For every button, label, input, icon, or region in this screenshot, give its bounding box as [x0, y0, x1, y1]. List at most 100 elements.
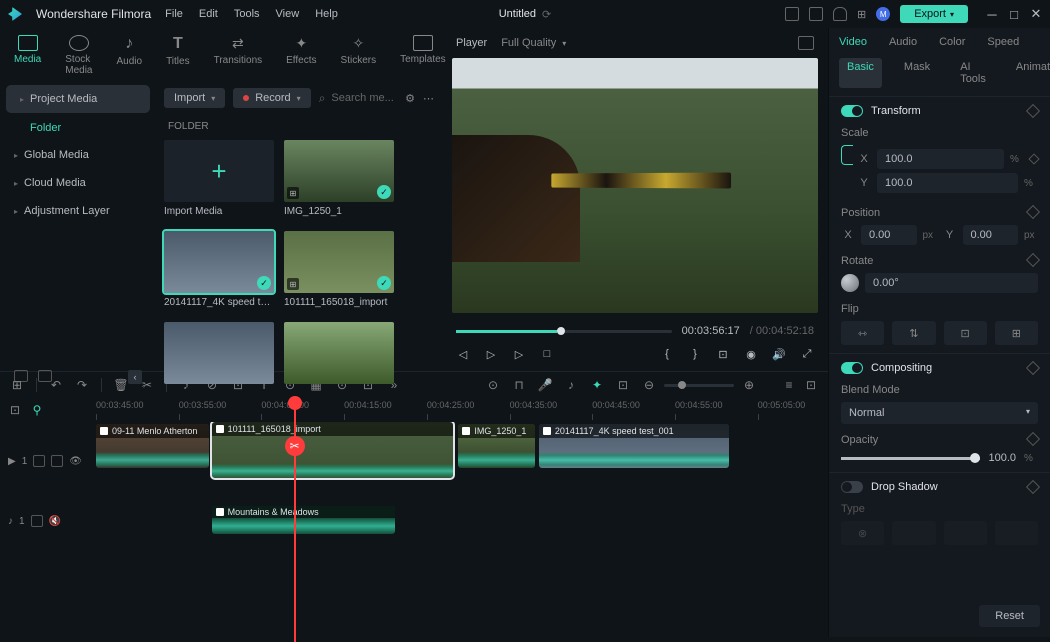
- track-link-icon[interactable]: ⊡: [8, 403, 22, 417]
- scrub-bar[interactable]: [456, 330, 672, 333]
- tab-stock-media[interactable]: Stock Media: [65, 35, 92, 76]
- record-dropdown[interactable]: Record▾: [233, 88, 310, 108]
- video-clip-1[interactable]: 101111_165018_import: [212, 422, 454, 478]
- insp-tab-color[interactable]: Color: [939, 36, 965, 48]
- layout-icon[interactable]: [785, 7, 799, 21]
- tab-templates[interactable]: Templates: [400, 35, 446, 76]
- copy-button[interactable]: ⊡: [944, 321, 987, 345]
- minimize-button[interactable]: ─: [986, 8, 998, 20]
- video-clip-0[interactable]: 09-11 Menlo Atherton: [96, 424, 209, 468]
- shield-icon[interactable]: ⊓: [512, 378, 526, 392]
- maximize-button[interactable]: □: [1008, 8, 1020, 20]
- media-thumb-3[interactable]: ⊞✓: [284, 231, 394, 293]
- flip-v-button[interactable]: ⇅: [892, 321, 935, 345]
- tab-transitions[interactable]: ⇄Transitions: [214, 35, 263, 76]
- zoom-slider[interactable]: [664, 384, 734, 387]
- scale-y-input[interactable]: 100.0: [877, 173, 1018, 193]
- import-dropdown[interactable]: Import▾: [164, 88, 225, 108]
- zoom-in-icon[interactable]: ⊕: [742, 378, 756, 392]
- snap-icon[interactable]: ✦: [590, 378, 604, 392]
- insp-tab-audio[interactable]: Audio: [889, 36, 917, 48]
- track-lock-icon[interactable]: [33, 455, 45, 467]
- audio-clip-0[interactable]: Mountains & Meadows: [212, 506, 395, 534]
- redo-icon[interactable]: ↷: [75, 378, 89, 392]
- export-button[interactable]: Export▾: [900, 5, 968, 23]
- opacity-kf-icon[interactable]: [1026, 432, 1040, 446]
- sidebar-adjustment-layer[interactable]: ▸Adjustment Layer: [0, 197, 156, 225]
- mark-in-icon[interactable]: {: [660, 347, 674, 361]
- filter-icon[interactable]: ⚙: [405, 92, 415, 105]
- delete-icon[interactable]: 🗑: [114, 378, 128, 392]
- playhead-split-button[interactable]: ✂: [285, 436, 305, 456]
- undo-icon[interactable]: ↶: [49, 378, 63, 392]
- quality-dropdown[interactable]: Full Quality▾: [501, 37, 566, 49]
- camera-icon[interactable]: ◉: [744, 347, 758, 361]
- media-thumb-1[interactable]: ⊞✓: [284, 140, 394, 202]
- reset-button[interactable]: Reset: [979, 605, 1040, 627]
- media-thumb-4[interactable]: [164, 322, 274, 384]
- volume-icon[interactable]: 🔊: [772, 347, 786, 361]
- ratio-icon[interactable]: ⊡: [616, 378, 630, 392]
- compositing-kf-icon[interactable]: [1026, 361, 1040, 375]
- apps-icon[interactable]: ⊞: [857, 8, 866, 21]
- snapshot-icon[interactable]: [798, 36, 814, 50]
- rotate-input[interactable]: 0.00°: [865, 273, 1038, 293]
- media-thumb-0[interactable]: +: [164, 140, 274, 202]
- search-input[interactable]: ⌕Search me...: [319, 91, 397, 106]
- sidebar-cloud-media[interactable]: ▸Cloud Media: [0, 169, 156, 197]
- pos-y-input[interactable]: 0.00: [963, 225, 1019, 245]
- video-viewport[interactable]: [452, 58, 818, 313]
- tab-effects[interactable]: ✦Effects: [286, 35, 316, 76]
- flip-h-button[interactable]: ⇿: [841, 321, 884, 345]
- media-thumb-5[interactable]: [284, 322, 394, 384]
- scale-link-icon[interactable]: [841, 145, 853, 165]
- scale-x-input[interactable]: 100.0: [877, 149, 1004, 169]
- transform-toggle[interactable]: [841, 105, 863, 117]
- insp-sub-basic[interactable]: Basic: [839, 58, 882, 88]
- scale-x-kf-icon[interactable]: [1028, 153, 1039, 164]
- video-clip-3[interactable]: 20141117_4K speed test_001: [539, 424, 729, 468]
- compositing-toggle[interactable]: [841, 362, 863, 374]
- sync-icon[interactable]: ⟳: [542, 8, 551, 21]
- insp-sub-anim[interactable]: Animation: [1008, 58, 1050, 88]
- opacity-slider[interactable]: [841, 457, 980, 460]
- track-mute-icon[interactable]: [51, 455, 63, 467]
- mixer-icon[interactable]: ♪: [564, 378, 578, 392]
- blend-mode-dropdown[interactable]: Normal▾: [841, 402, 1038, 424]
- marker-icon[interactable]: ⊙: [486, 378, 500, 392]
- drop-shadow-kf-icon[interactable]: [1026, 480, 1040, 494]
- cloud-icon[interactable]: [833, 7, 847, 21]
- zoom-out-icon[interactable]: ⊖: [642, 378, 656, 392]
- sidebar-global-media[interactable]: ▸Global Media: [0, 141, 156, 169]
- tab-stickers[interactable]: ✧Stickers: [341, 35, 377, 76]
- menu-tools[interactable]: Tools: [234, 8, 260, 20]
- play-back-button[interactable]: ▷: [484, 347, 498, 361]
- menu-edit[interactable]: Edit: [199, 8, 218, 20]
- track-eye-icon[interactable]: 👁: [69, 456, 82, 467]
- insp-sub-mask[interactable]: Mask: [896, 58, 938, 88]
- mic-icon[interactable]: 🎤: [538, 378, 552, 392]
- sidebar-project-media[interactable]: ▸Project Media: [6, 85, 150, 113]
- save-icon[interactable]: [809, 7, 823, 21]
- stop-button[interactable]: □: [540, 347, 554, 361]
- tab-titles[interactable]: TTitles: [166, 35, 190, 76]
- tl-menu-icon[interactable]: ⊞: [10, 378, 24, 392]
- media-thumb-2[interactable]: ✓: [164, 231, 274, 293]
- cut-icon[interactable]: ✂: [140, 378, 154, 392]
- fullscreen-icon[interactable]: ⤢: [800, 347, 814, 361]
- rotate-kf-icon[interactable]: [1026, 253, 1040, 267]
- position-kf-icon[interactable]: [1026, 205, 1040, 219]
- play-button[interactable]: ▷: [512, 347, 526, 361]
- view-list-icon[interactable]: ≡: [782, 378, 796, 392]
- more-icon[interactable]: ⋯: [423, 92, 434, 105]
- rotate-knob[interactable]: [841, 274, 859, 292]
- sidebar-folder[interactable]: Folder: [0, 115, 156, 141]
- mark-out-icon[interactable]: }: [688, 347, 702, 361]
- transform-keyframe-icon[interactable]: [1026, 104, 1040, 118]
- prev-frame-button[interactable]: ◁: [456, 347, 470, 361]
- tab-media[interactable]: Media: [14, 35, 41, 76]
- display-icon[interactable]: ⊡: [716, 347, 730, 361]
- audio-lock-icon[interactable]: [31, 515, 43, 527]
- insp-sub-ai[interactable]: AI Tools: [952, 58, 994, 88]
- view-fit-icon[interactable]: ⊡: [804, 378, 818, 392]
